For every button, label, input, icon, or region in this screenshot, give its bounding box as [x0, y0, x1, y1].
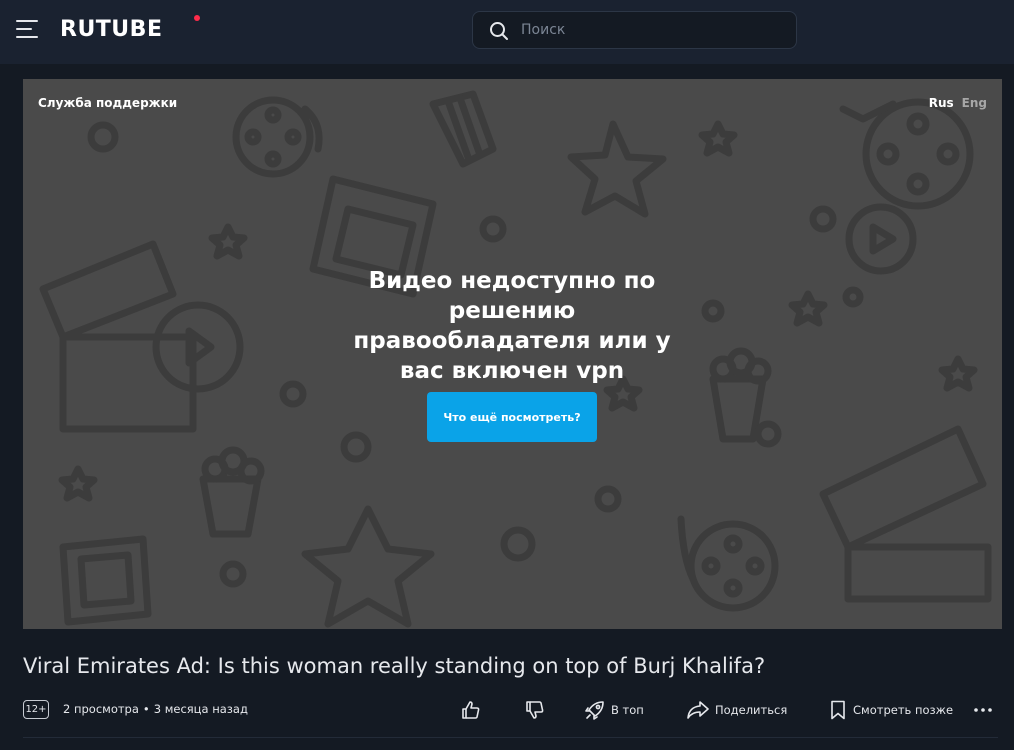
bookmark-icon	[831, 700, 845, 720]
what-to-watch-button[interactable]: Что ещё посмотреть?	[427, 392, 597, 442]
menu-icon[interactable]	[16, 20, 38, 40]
search-icon	[490, 22, 508, 40]
logo-dot	[194, 15, 200, 21]
divider	[23, 737, 998, 738]
separator: •	[142, 702, 150, 716]
video-title: Viral Emirates Ad: Is this woman really …	[23, 654, 766, 678]
rocket-icon	[585, 701, 604, 720]
search-input[interactable]	[521, 12, 781, 48]
unavailable-message: Видео недоступно по решению правообладат…	[353, 268, 671, 384]
view-count: 2 просмотра	[63, 702, 139, 716]
like-icon	[462, 701, 480, 719]
watch-later-label: Смотреть позже	[853, 703, 954, 717]
to-top-label: В топ	[611, 703, 644, 717]
header: RUTUBE	[0, 0, 1014, 64]
like-button[interactable]	[461, 699, 481, 721]
watch-later-button[interactable]: Смотреть позже	[829, 699, 953, 721]
video-meta-row: 12+ 2 просмотра • 3 месяца назад В топ Под…	[23, 697, 998, 723]
more-icon	[974, 708, 992, 712]
share-button[interactable]: Поделиться	[687, 699, 787, 721]
share-icon	[687, 701, 709, 719]
age-rating-badge: 12+	[23, 700, 49, 719]
dislike-button[interactable]	[525, 699, 545, 721]
to-top-button[interactable]: В топ	[585, 699, 644, 721]
lang-rus[interactable]: Rus	[929, 96, 954, 110]
logo[interactable]: RUTUBE	[60, 17, 162, 42]
dislike-icon	[526, 701, 544, 719]
language-switcher: Rus Eng	[929, 96, 987, 110]
share-label: Поделиться	[715, 703, 788, 717]
video-player: Служба поддержки Rus Eng Видео недоступно…	[23, 79, 1002, 629]
support-link[interactable]: Служба поддержки	[38, 96, 177, 110]
publish-date: 3 месяца назад	[153, 702, 248, 716]
search-box[interactable]	[472, 11, 797, 49]
more-button[interactable]	[973, 699, 993, 721]
video-stats: 2 просмотра • 3 месяца назад	[63, 702, 248, 716]
lang-eng[interactable]: Eng	[962, 96, 987, 110]
